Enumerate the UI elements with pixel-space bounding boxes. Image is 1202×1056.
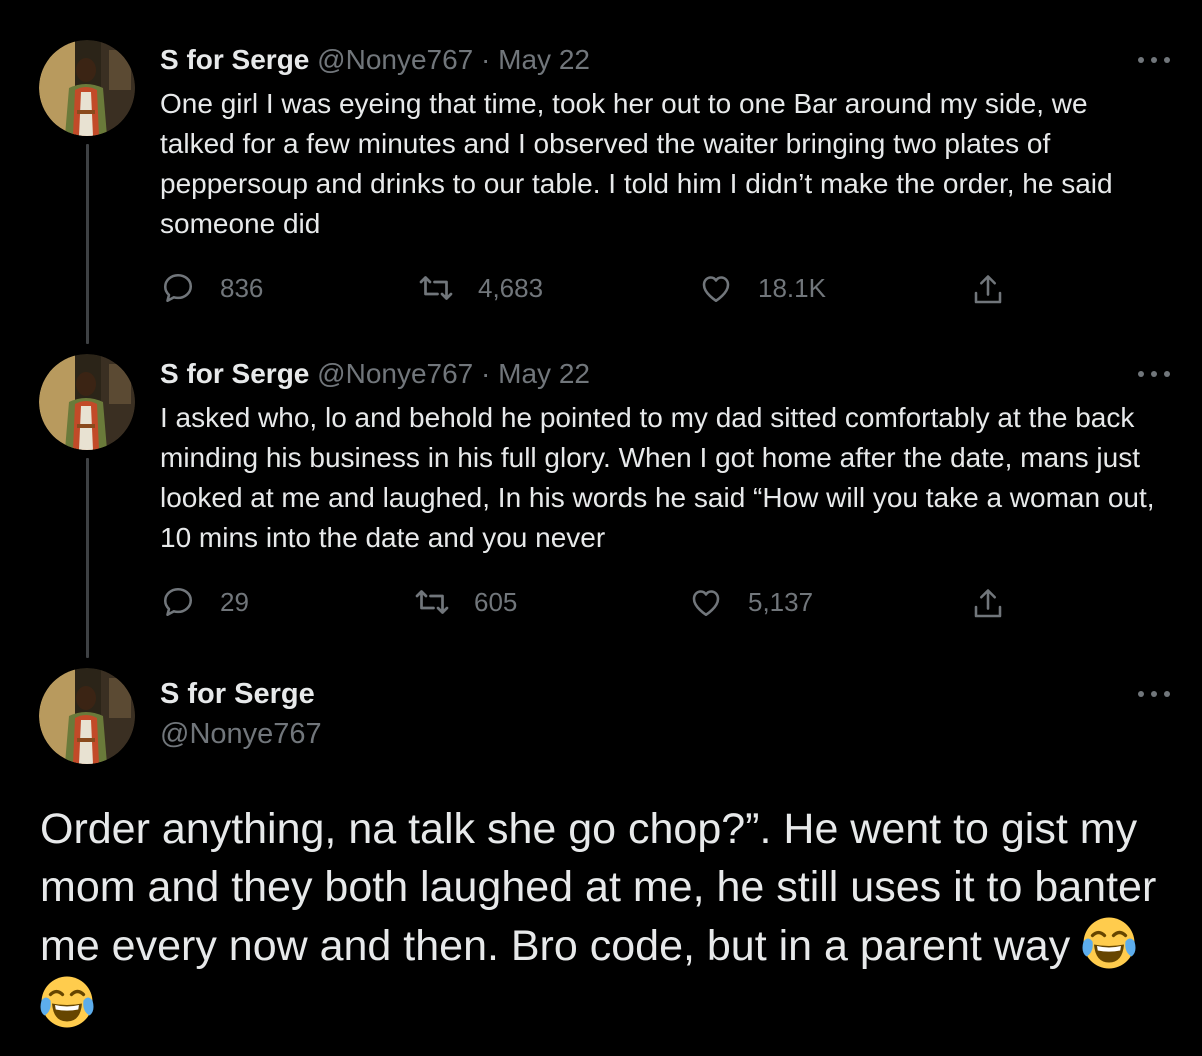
reply-button[interactable]: 836	[160, 268, 263, 308]
retweet-count: 605	[474, 586, 518, 617]
like-count: 5,137	[748, 586, 814, 617]
separator: ·	[481, 358, 491, 389]
tweet-text: I asked who, lo and behold he pointed to…	[160, 402, 1155, 553]
tweet-header: S for Serge @Nonye767 · May 22	[160, 357, 590, 391]
reply-icon	[163, 273, 193, 303]
more-options-icon[interactable]	[1136, 684, 1172, 704]
reply-button[interactable]: 29	[160, 582, 249, 622]
more-options-icon[interactable]	[1136, 50, 1172, 70]
author-name[interactable]: S for Serge	[160, 676, 322, 712]
share-icon	[974, 589, 1002, 618]
retweet-button[interactable]: 605	[412, 582, 517, 622]
separator: ·	[481, 44, 491, 75]
author-name[interactable]: S for Serge	[160, 44, 309, 75]
author-handle[interactable]: @Nonye767	[160, 716, 322, 752]
tweet-header: S for Serge @Nonye767 · May 22	[160, 43, 590, 77]
tweet-date[interactable]: May 22	[498, 358, 590, 389]
like-button[interactable]: 18.1K	[698, 268, 826, 308]
thread-line-2	[86, 458, 89, 658]
author-handle[interactable]: @Nonye767	[317, 44, 473, 75]
author-handle[interactable]: @Nonye767	[317, 358, 473, 389]
retweet-icon	[415, 590, 449, 614]
retweet-icon	[419, 276, 453, 300]
tweet-date[interactable]: May 22	[498, 44, 590, 75]
like-count: 18.1K	[758, 272, 826, 303]
author-name[interactable]: S for Serge	[160, 358, 309, 389]
reply-count: 29	[220, 586, 249, 617]
main-tweet-text-container: Order anything, na talk she go chop?”. H…	[40, 800, 1180, 1034]
retweet-count: 4,683	[478, 272, 544, 303]
tears-of-joy-emoji-icon	[40, 976, 94, 1028]
share-button[interactable]	[970, 584, 1006, 624]
share-button[interactable]	[970, 270, 1006, 310]
tears-of-joy-emoji-icon	[1082, 917, 1136, 969]
more-options-icon[interactable]	[1136, 364, 1172, 384]
heart-icon	[692, 590, 720, 617]
thread-line-1	[86, 144, 89, 344]
main-tweet-text: Order anything, na talk she go chop?”. H…	[40, 805, 1157, 970]
share-icon	[974, 275, 1002, 304]
like-button[interactable]: 5,137	[688, 582, 813, 622]
heart-icon	[702, 276, 730, 303]
main-tweet-header: S for Serge @Nonye767	[160, 676, 322, 752]
avatar[interactable]	[39, 40, 135, 136]
reply-icon	[163, 587, 193, 617]
reply-count: 836	[220, 272, 264, 303]
avatar[interactable]	[39, 354, 135, 450]
avatar[interactable]	[39, 668, 135, 764]
tweet-text: One girl I was eyeing that time, took he…	[160, 88, 1113, 239]
retweet-button[interactable]: 4,683	[416, 268, 543, 308]
